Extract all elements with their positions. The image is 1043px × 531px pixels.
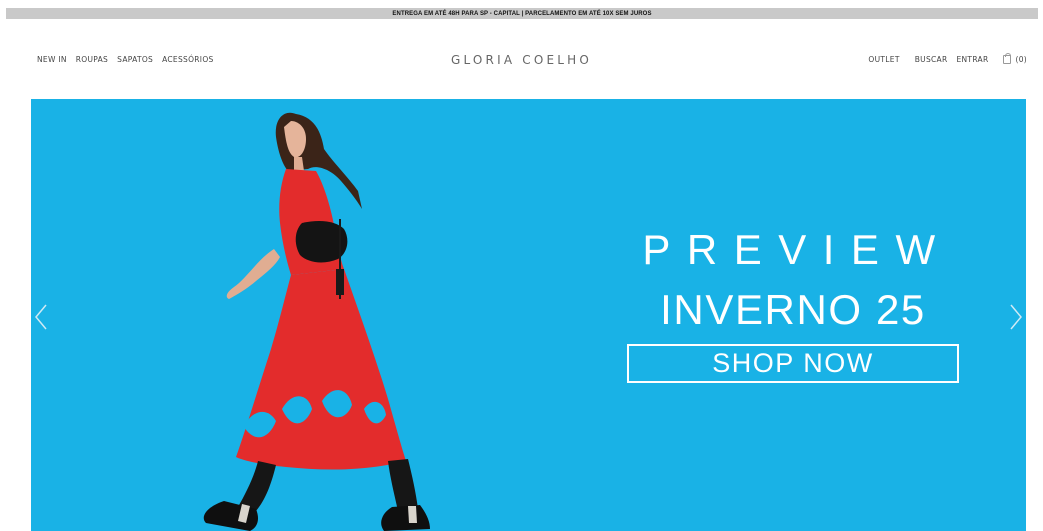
hero-title-line2: INVERNO 25 bbox=[660, 286, 926, 333]
site-header: NEW IN ROUPAS SAPATOS ACESSÓRIOS GLORIA … bbox=[0, 50, 1043, 70]
hero-copy: PREVIEW INVERNO 25 SHOP NOW bbox=[625, 225, 961, 383]
announcement-text: ENTREGA EM ATÉ 48H PARA SP - CAPITAL | P… bbox=[392, 10, 652, 17]
hero-title-line1: PREVIEW bbox=[642, 226, 952, 273]
chevron-left-icon bbox=[35, 304, 47, 330]
login-link[interactable]: ENTRAR bbox=[956, 55, 988, 64]
cart-button[interactable]: (0) bbox=[1003, 53, 1027, 64]
next-slide-button[interactable] bbox=[1009, 304, 1023, 330]
model-figure bbox=[203, 112, 430, 531]
shopping-bag-icon bbox=[1003, 53, 1012, 64]
announcement-bar: ENTREGA EM ATÉ 48H PARA SP - CAPITAL | P… bbox=[6, 8, 1038, 19]
prev-slide-button[interactable] bbox=[34, 304, 48, 330]
utility-nav: OUTLET BUSCAR ENTRAR (0) bbox=[868, 53, 1027, 64]
chevron-right-icon bbox=[1010, 304, 1022, 330]
search-link[interactable]: BUSCAR bbox=[915, 55, 948, 64]
shop-now-button[interactable]: SHOP NOW bbox=[627, 344, 959, 383]
hero-banner[interactable]: PREVIEW INVERNO 25 SHOP NOW bbox=[31, 99, 1026, 531]
cart-count: (0) bbox=[1015, 55, 1027, 64]
model-image bbox=[203, 112, 430, 531]
outlet-link[interactable]: OUTLET bbox=[868, 55, 899, 64]
